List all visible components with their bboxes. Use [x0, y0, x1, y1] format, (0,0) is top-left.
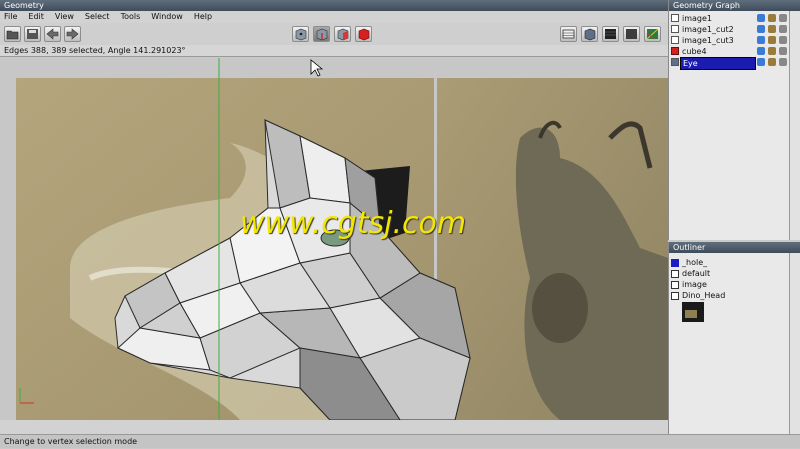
outliner-scrollbar[interactable]	[789, 253, 800, 434]
outliner-item-label: image	[682, 280, 707, 289]
graph-item-eye[interactable]: Eye	[669, 57, 787, 70]
lock-icon[interactable]	[768, 47, 776, 55]
graph-item-image1-cut2[interactable]: image1_cut2	[669, 24, 787, 35]
mesh-node-icon	[671, 58, 679, 66]
menu-file[interactable]: File	[0, 11, 24, 23]
undo-button[interactable]	[44, 26, 61, 42]
selection-status-text: Edges 388, 389 selected, Angle 141.29102…	[4, 46, 186, 55]
image-node-icon	[671, 14, 679, 22]
cube-face-icon	[337, 28, 349, 41]
open-button[interactable]	[4, 26, 21, 42]
shaded-cube-icon	[584, 28, 596, 41]
material-swatch	[671, 259, 679, 267]
visibility-eye-icon[interactable]	[757, 47, 765, 55]
vertex-mode-button[interactable]	[292, 26, 309, 42]
geometry-graph-title: Geometry Graph	[669, 0, 800, 11]
grid-box-icon	[562, 29, 575, 39]
lock-icon[interactable]	[768, 58, 776, 66]
graph-item-label-selected: Eye	[680, 57, 756, 70]
menu-view[interactable]: View	[51, 11, 81, 23]
object-mode-button[interactable]	[355, 26, 372, 42]
arrow-left-icon	[46, 28, 59, 40]
menu-help[interactable]: Help	[190, 11, 219, 23]
render-toggle-icon[interactable]	[779, 58, 787, 66]
edge-mode-button[interactable]	[313, 26, 330, 42]
outliner-item-dino-head[interactable]: Dino_Head	[669, 290, 787, 301]
outliner-item-default[interactable]: default	[669, 268, 787, 279]
outliner-item-image[interactable]: image	[669, 279, 787, 290]
xray-view-button[interactable]	[623, 26, 640, 42]
image-swatch	[671, 292, 679, 300]
bottom-status-text: Change to vertex selection mode	[4, 437, 138, 446]
arrow-right-icon	[66, 28, 79, 40]
outliner-item-hole[interactable]: _hole_	[669, 257, 787, 268]
outliner-panel: Outliner _hole_ default image Dino_Head	[668, 242, 800, 434]
visibility-eye-icon[interactable]	[757, 58, 765, 66]
graph-item-label: image1_cut2	[682, 25, 734, 34]
visibility-eye-icon[interactable]	[757, 14, 765, 22]
menu-select[interactable]: Select	[81, 11, 117, 23]
render-toggle-icon[interactable]	[779, 25, 787, 33]
selection-status: Edges 388, 389 selected, Angle 141.29102…	[0, 45, 668, 57]
graph-item-cube4[interactable]: cube4	[669, 46, 787, 57]
graph-item-label: image1_cut3	[682, 36, 734, 45]
material-swatch	[671, 270, 679, 278]
visibility-eye-icon[interactable]	[757, 25, 765, 33]
texture-icon	[605, 29, 616, 39]
folder-icon	[6, 30, 19, 40]
graph-item-label: image1	[682, 14, 713, 23]
shaded-view-button[interactable]	[581, 26, 598, 42]
outliner-item-label: _hole_	[682, 258, 708, 267]
wireframe-view-button[interactable]	[560, 26, 577, 42]
mouse-cursor-icon	[310, 59, 324, 77]
cube-vertex-icon	[295, 28, 307, 41]
geometry-graph-scrollbar[interactable]	[789, 11, 800, 240]
graph-item-label: cube4	[682, 47, 707, 56]
cube-node-icon	[671, 47, 679, 55]
graph-item-image1[interactable]: image1	[669, 13, 787, 24]
redo-button[interactable]	[64, 26, 81, 42]
render-toggle-icon[interactable]	[779, 47, 787, 55]
uv-map-icon	[646, 28, 659, 40]
uv-view-button[interactable]	[644, 26, 661, 42]
menu-edit[interactable]: Edit	[24, 11, 51, 23]
front-eye-area	[532, 273, 588, 343]
render-toggle-icon[interactable]	[779, 36, 787, 44]
cube-edge-icon	[316, 28, 328, 41]
menu-window[interactable]: Window	[147, 11, 190, 23]
lock-icon[interactable]	[768, 25, 776, 33]
image-swatch	[671, 281, 679, 289]
viewport-3d[interactable]: www.cgtsj.com	[0, 58, 668, 420]
bottom-status-bar: Change to vertex selection mode	[0, 434, 800, 448]
save-button[interactable]	[24, 26, 41, 42]
image-node-icon	[671, 36, 679, 44]
dino-head-thumbnail	[682, 302, 704, 322]
lock-icon[interactable]	[768, 36, 776, 44]
dark-square-icon	[626, 29, 637, 39]
outliner-title: Outliner	[669, 242, 800, 253]
thumbnail-image	[685, 310, 697, 318]
geometry-graph-panel: Geometry Graph image1 image1_cut2 image1…	[668, 0, 800, 240]
window-titlebar: Geometry	[0, 0, 668, 11]
window-title: Geometry	[4, 1, 44, 10]
face-mode-button[interactable]	[334, 26, 351, 42]
menu-tools[interactable]: Tools	[117, 11, 148, 23]
watermark: www.cgtsj.com	[240, 206, 467, 241]
graph-item-image1-cut3[interactable]: image1_cut3	[669, 35, 787, 46]
image-node-icon	[671, 25, 679, 33]
outliner-item-label: Dino_Head	[682, 291, 726, 300]
outliner-item-label: default	[682, 269, 711, 278]
textured-view-button[interactable]	[602, 26, 619, 42]
disk-icon	[27, 29, 38, 39]
toolbar	[0, 23, 668, 45]
render-toggle-icon[interactable]	[779, 14, 787, 22]
visibility-eye-icon[interactable]	[757, 36, 765, 44]
cube-object-icon	[358, 28, 370, 41]
menu-bar: File Edit View Select Tools Window Help	[0, 11, 668, 23]
lock-icon[interactable]	[768, 14, 776, 22]
